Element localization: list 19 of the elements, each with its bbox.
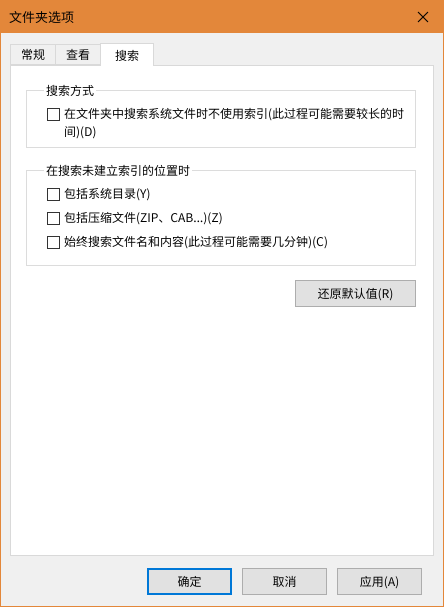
checkbox[interactable] xyxy=(47,212,60,225)
checkbox[interactable] xyxy=(47,108,60,121)
checkbox-label[interactable]: 包括系统目录(Y) xyxy=(64,185,150,203)
dialog-button[interactable]: 应用(A) xyxy=(337,568,422,595)
tab[interactable]: 查看 xyxy=(55,44,102,65)
checkbox-label[interactable]: 在文件夹中搜索系统文件时不使用索引(此过程可能需要较长的时间)(D) xyxy=(64,105,405,141)
tab[interactable]: 常规 xyxy=(10,44,56,65)
dialog-button[interactable]: 确定 xyxy=(147,568,232,595)
checkbox[interactable] xyxy=(47,236,60,249)
checkbox-label[interactable]: 包括压缩文件(ZIP、CAB...)(Z) xyxy=(64,209,223,227)
dialog-button[interactable]: 取消 xyxy=(242,568,327,595)
checkbox-label[interactable]: 始终搜索文件名和内容(此过程可能需要几分钟)(C) xyxy=(64,233,328,251)
close-icon[interactable] xyxy=(417,10,429,22)
group-title: 搜索方式 xyxy=(45,82,96,99)
tab[interactable]: 搜索 xyxy=(100,43,154,66)
restore-defaults-button[interactable]: 还原默认值(R) xyxy=(295,280,416,307)
checkbox[interactable] xyxy=(47,188,60,201)
group-title: 在搜索未建立索引的位置时 xyxy=(45,162,192,179)
window-title: 文件夹选项 xyxy=(9,7,74,26)
